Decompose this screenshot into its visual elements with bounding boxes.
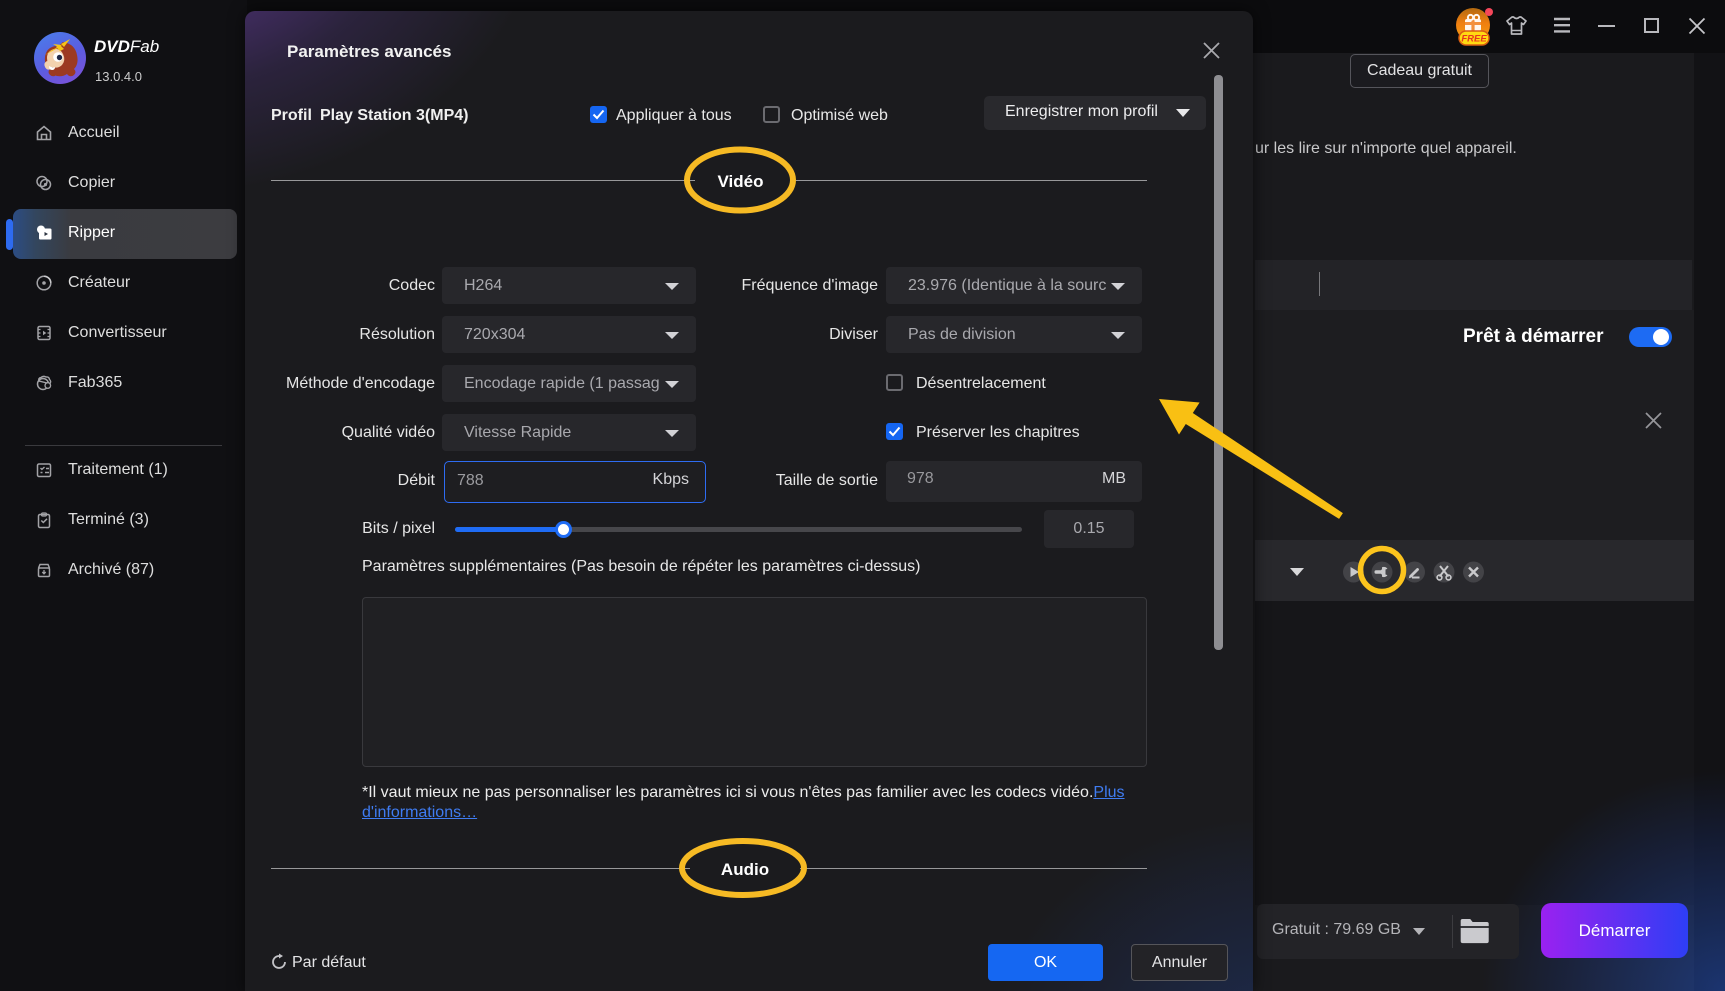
- svg-text:FREE: FREE: [1461, 34, 1487, 45]
